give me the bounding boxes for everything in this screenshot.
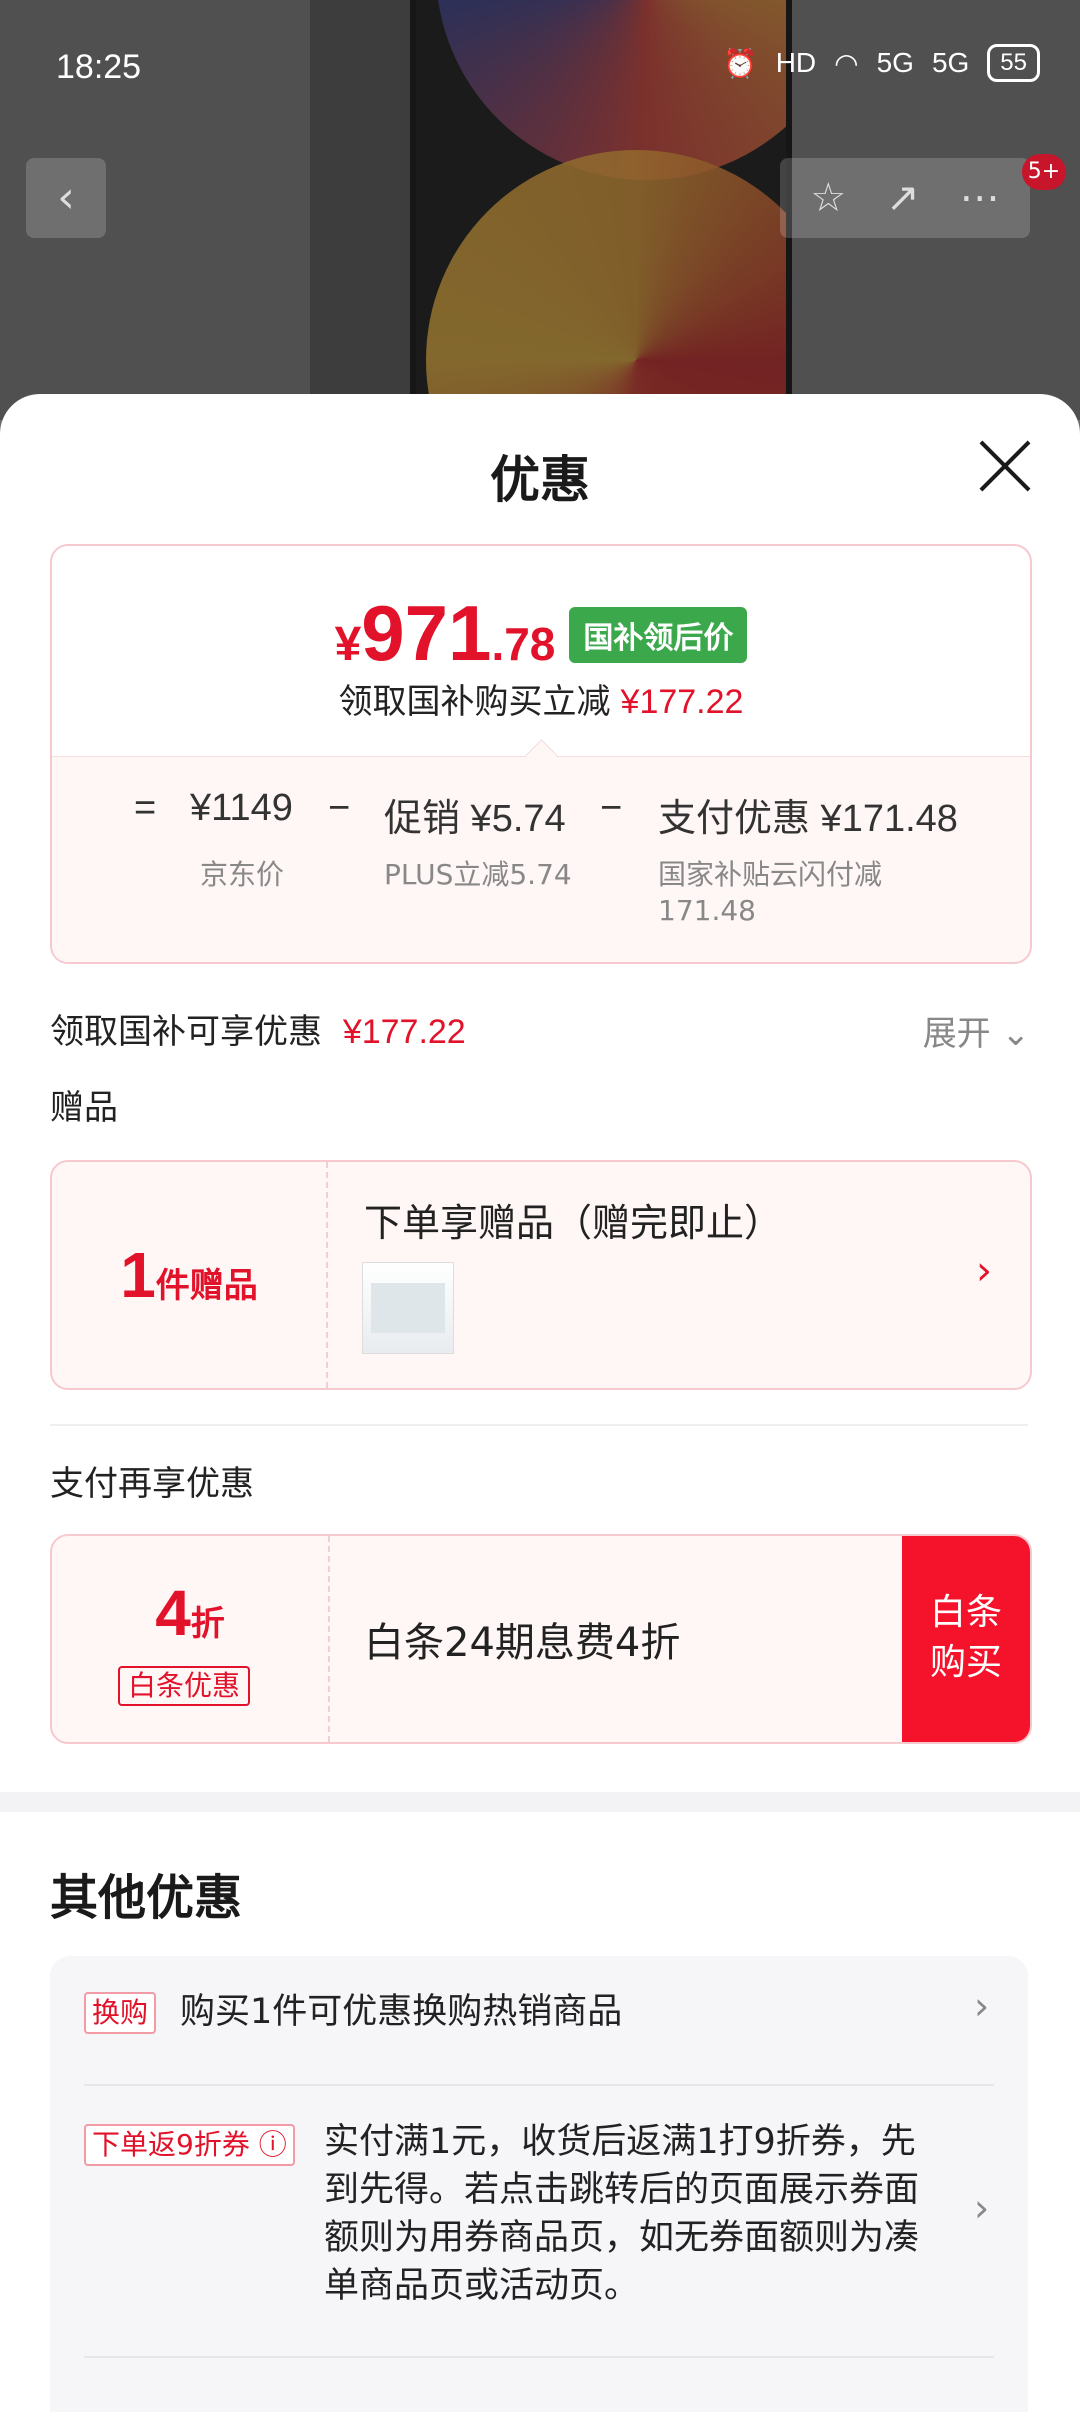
wifi-icon: ◠ — [834, 47, 859, 79]
gift-thumbnail — [362, 1262, 454, 1354]
exchange-tag: 换购 — [84, 1992, 157, 2034]
payment-section-title: 支付再享优惠 — [50, 1464, 254, 1504]
chevron-right-icon: › — [976, 1248, 992, 1294]
divider — [84, 2356, 994, 2358]
minus-sign-1: − — [328, 787, 351, 829]
share-icon[interactable]: ↗ — [886, 175, 920, 221]
status-bar: 18:25 ⏰ HD ◠ 5G 5G 55 — [0, 0, 1080, 140]
baitiao-card: 4折 白条优惠 白条24期息费4折 白条 购买 — [50, 1534, 1032, 1744]
jd-price: ¥1149 — [190, 787, 293, 829]
close-icon[interactable] — [976, 438, 1032, 494]
alarm-icon: ⏰ — [722, 47, 758, 79]
battery-icon: 55 — [987, 44, 1040, 82]
expand-button[interactable]: 展开 ⌄ — [923, 1006, 1030, 1055]
subsidy-row[interactable]: 领取国补可享优惠 ¥177.22 — [50, 1004, 466, 1053]
payment-discount-label: 国家补贴云闪付减 171.48 — [658, 858, 883, 927]
jd-price-label: 京东价 — [200, 858, 285, 891]
divider — [84, 2084, 994, 2086]
price-subtitle: 领取国补购买立减 ¥177.22 — [338, 682, 744, 722]
baitiao-buy-button[interactable]: 白条 购买 — [902, 1536, 1030, 1742]
coupon-text: 实付满1元，收货后返满1打9折券，先 到先得。若点击跳转后的页面展示券面 额则为… — [324, 2122, 920, 2306]
coupon-tag: 下单返9折券 ⓘ — [84, 2124, 295, 2166]
gift-title: 下单享赠品（赠完即止） — [364, 1201, 783, 1245]
cart-badge: 5+ — [1022, 154, 1066, 190]
back-button[interactable]: ‹ — [26, 158, 106, 238]
price-breakdown: = ¥1149 京东价 − 促销 ¥5.74 PLUS立减5.74 − 支付优惠… — [52, 756, 1030, 962]
final-price: ¥971.78 — [334, 589, 556, 677]
equals-sign: = — [134, 787, 157, 829]
status-time: 18:25 — [56, 48, 142, 86]
baitiao-text: 白条24期息费4折 — [364, 1620, 681, 1666]
divider — [50, 1424, 1028, 1426]
top-actions: ☆ ↗ ⋯ — [780, 158, 1030, 238]
other-discounts-title: 其他优惠 — [50, 1870, 243, 1926]
chevron-right-icon: › — [974, 2186, 990, 2230]
subsidy-price-tag: 国补领后价 — [569, 607, 748, 663]
baitiao-discount: 4折 — [155, 1577, 225, 1649]
promo-amount: 促销 ¥5.74 — [384, 798, 566, 840]
signal-icon-1: 5G — [876, 47, 914, 78]
chevron-right-icon: › — [974, 1984, 990, 2028]
other-discounts-list: 换购 购买1件可优惠换购热销商品 › 下单返9折券 ⓘ 实付满1元，收货后返满1… — [50, 1956, 1028, 2412]
minus-sign-2: − — [600, 787, 623, 829]
section-separator — [0, 1792, 1080, 1812]
promo-label: PLUS立减5.74 — [384, 858, 572, 891]
signal-icon-2: 5G — [931, 47, 970, 78]
sheet-title: 优惠 — [490, 451, 590, 509]
gift-count: 1 件赠品 — [52, 1162, 328, 1388]
favorite-icon[interactable]: ☆ — [810, 175, 846, 221]
exchange-text: 购买1件可优惠换购热销商品 — [180, 1992, 623, 2032]
payment-discount: 支付优惠 ¥171.48 — [658, 798, 958, 840]
gift-section-title: 赠品 — [50, 1088, 118, 1128]
price-card: ¥971.78 国补领后价 领取国补购买立减 ¥177.22 = ¥1149 京东… — [50, 544, 1032, 964]
hd-icon: HD — [775, 47, 817, 78]
chevron-down-icon: ⌄ — [1001, 1014, 1031, 1054]
discount-sheet: 优惠 ¥971.78 国补领后价 领取国补购买立减 ¥177.22 = ¥1149… — [0, 394, 1080, 2412]
gift-card[interactable]: 1 件赠品 下单享赠品（赠完即止） › — [50, 1160, 1032, 1390]
more-icon[interactable]: ⋯ — [960, 175, 1000, 221]
baitiao-tag: 白条优惠 — [118, 1666, 251, 1706]
